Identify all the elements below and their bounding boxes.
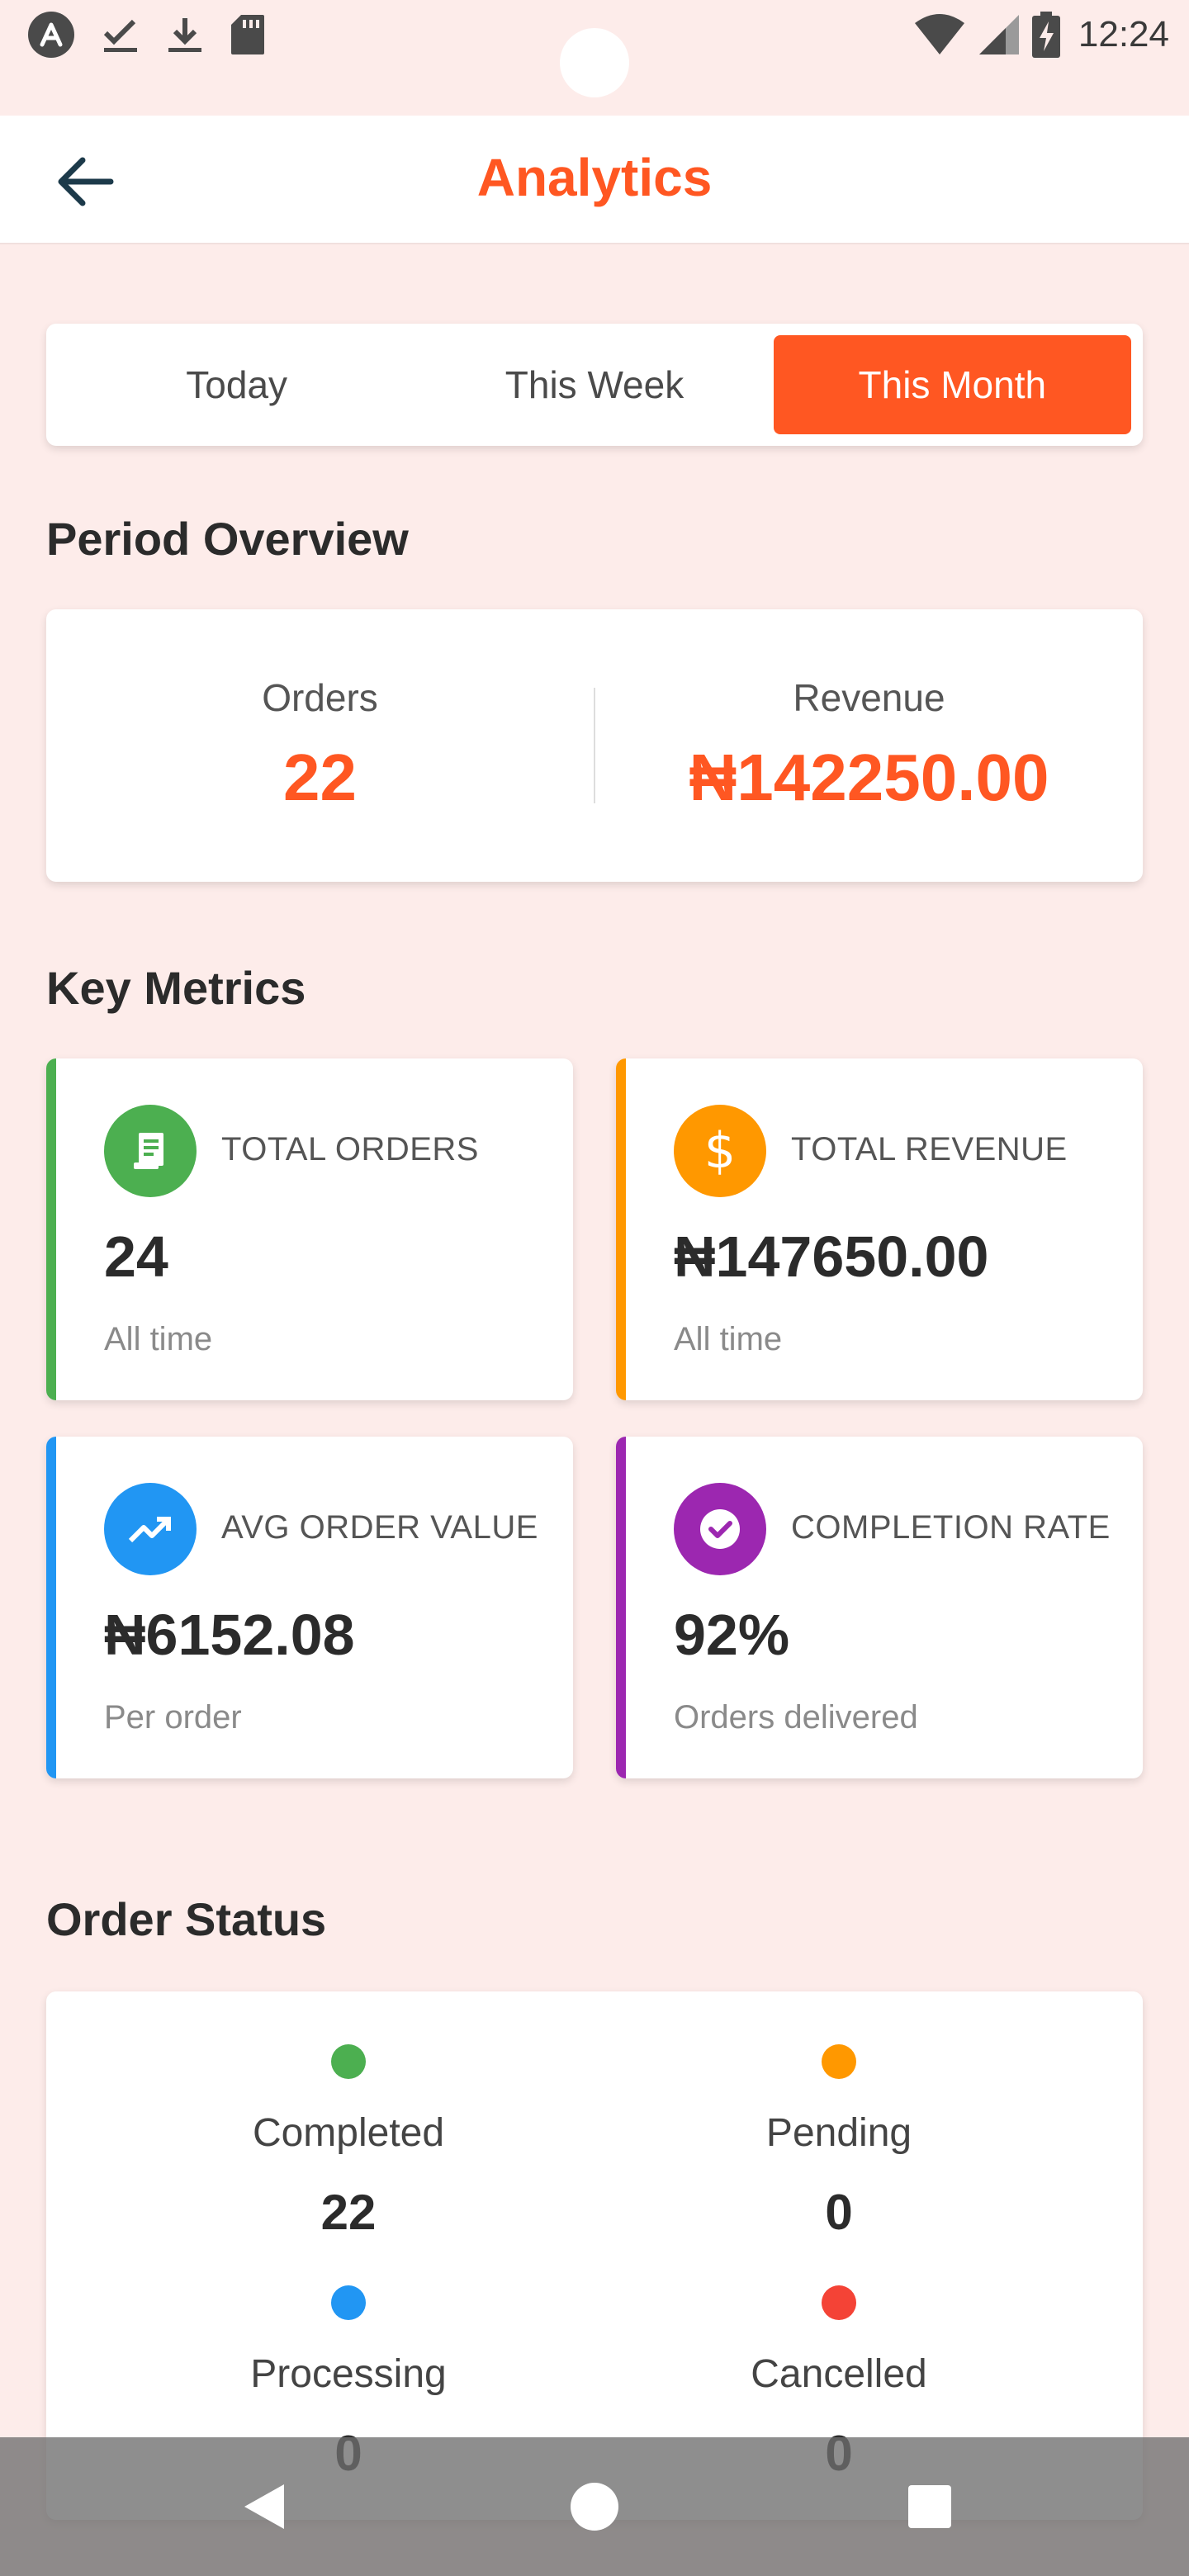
period-tabs: Today This Week This Month [46, 324, 1143, 446]
metric-subtitle: All time [104, 1321, 213, 1357]
sd-card-icon [231, 15, 264, 54]
metric-value: 92% [674, 1603, 790, 1667]
metric-card-avg-order-value: AVG ORDER VALUE ₦6152.08 Per order [46, 1437, 573, 1778]
metric-value: 24 [104, 1224, 168, 1289]
overview-revenue-value: ₦142250.00 [689, 741, 1049, 814]
status-item-completed: Completed 22 [142, 2044, 555, 2241]
battery-charging-icon [1031, 12, 1060, 58]
order-status-title: Order Status [46, 1893, 327, 1945]
metric-label: TOTAL REVENUE [791, 1131, 1068, 1167]
metric-card-completion-rate: COMPLETION RATE 92% Orders delivered [616, 1437, 1143, 1778]
camera-cutout [560, 28, 629, 97]
period-overview-title: Period Overview [46, 513, 409, 565]
nav-recents-button[interactable] [897, 2474, 963, 2540]
metric-label: TOTAL ORDERS [221, 1131, 479, 1167]
metric-label: COMPLETION RATE [791, 1509, 1111, 1546]
overview-orders: Orders 22 [46, 675, 594, 816]
metric-subtitle: All time [674, 1321, 783, 1357]
status-label: Processing [250, 2352, 447, 2396]
overview-orders-label: Orders [262, 676, 378, 719]
status-time: 12:24 [1078, 14, 1169, 54]
tab-this-month[interactable]: This Month [773, 335, 1131, 434]
status-bar: 12:24 [0, 0, 1189, 116]
metric-stripe [46, 1058, 56, 1400]
metric-card-total-orders: TOTAL ORDERS 24 All time [46, 1058, 573, 1400]
status-label: Completed [252, 2111, 445, 2155]
status-item-pending: Pending 0 [632, 2044, 1045, 2241]
metric-value: ₦147650.00 [674, 1224, 989, 1289]
system-nav-bar [0, 2437, 1189, 2576]
recents-square-icon [908, 2485, 951, 2528]
metric-subtitle: Orders delivered [674, 1699, 918, 1735]
home-circle-icon [571, 2483, 618, 2531]
metric-stripe [46, 1437, 56, 1778]
overview-revenue-label: Revenue [793, 676, 945, 719]
status-bar-left-icons [26, 12, 266, 58]
signal-icon [978, 15, 1019, 54]
metric-value: ₦6152.08 [104, 1603, 355, 1667]
download-icon [168, 18, 201, 52]
overview-revenue: Revenue ₦142250.00 [595, 675, 1143, 816]
tab-today[interactable]: Today [58, 335, 415, 434]
metric-stripe [616, 1437, 626, 1778]
metric-label: AVG ORDER VALUE [221, 1509, 538, 1546]
status-count: 22 [320, 2185, 377, 2240]
status-label: Cancelled [751, 2352, 927, 2396]
app-badge-icon [28, 12, 74, 58]
trending-up-icon [104, 1483, 197, 1575]
dollar-icon: $ [674, 1105, 766, 1197]
status-dot [822, 2044, 856, 2079]
nav-home-button[interactable] [561, 2474, 628, 2540]
nav-back-button[interactable] [231, 2474, 297, 2540]
check-download-icon [103, 19, 137, 52]
status-count: 0 [825, 2185, 853, 2240]
status-dot [822, 2285, 856, 2320]
wifi-icon [914, 14, 964, 54]
metric-subtitle: Per order [104, 1699, 242, 1735]
tab-this-week[interactable]: This Week [415, 335, 773, 434]
metric-stripe [616, 1058, 626, 1400]
status-dot [331, 2285, 366, 2320]
page-title: Analytics [476, 148, 713, 207]
back-triangle-icon [244, 2484, 284, 2529]
metric-card-total-revenue: $ TOTAL REVENUE ₦147650.00 All time [616, 1058, 1143, 1400]
status-dot [331, 2044, 366, 2079]
receipt-icon [104, 1105, 197, 1197]
app-bar: Analytics [0, 116, 1189, 244]
period-overview-card: Orders 22 Revenue ₦142250.00 [46, 609, 1143, 882]
check-circle-icon [674, 1483, 766, 1575]
key-metrics-title: Key Metrics [46, 962, 306, 1014]
overview-orders-value: 22 [283, 741, 357, 814]
status-label: Pending [765, 2111, 912, 2155]
status-bar-right-icons: 12:24 [913, 8, 1169, 61]
